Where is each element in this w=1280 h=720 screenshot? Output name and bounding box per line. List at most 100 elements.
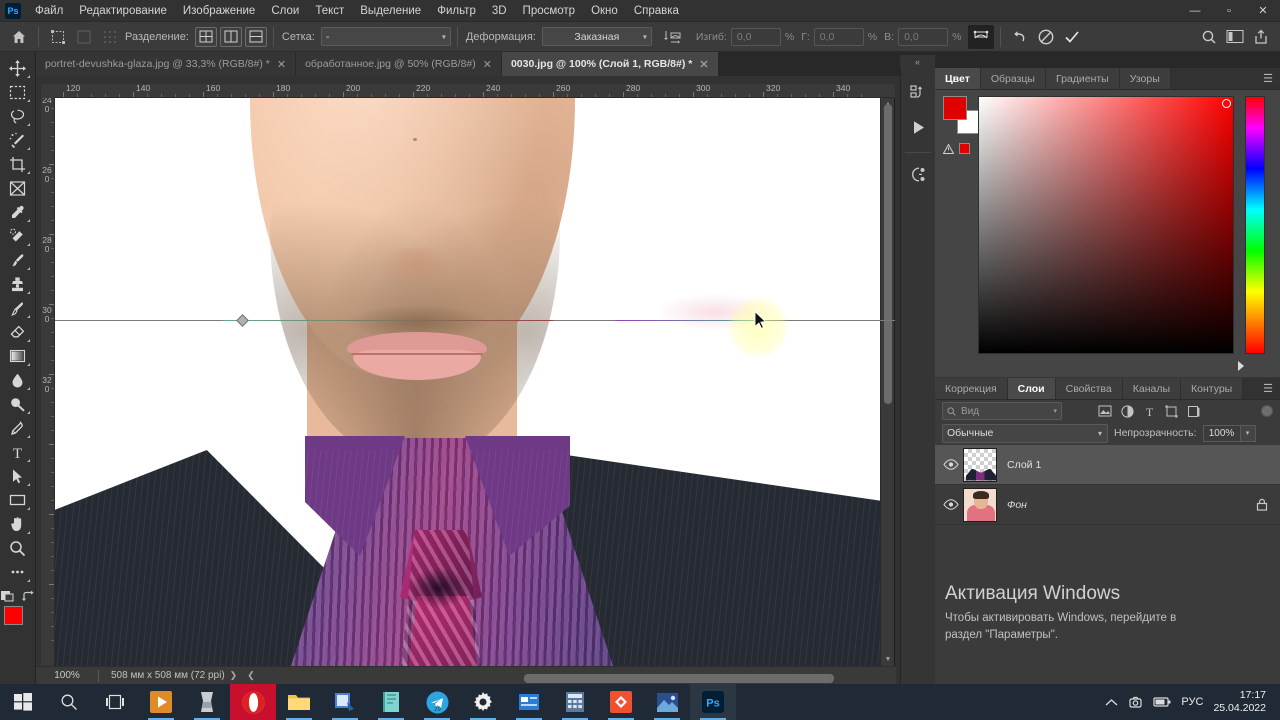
- layer-thumbnail[interactable]: [963, 487, 997, 522]
- opera-browser[interactable]: [230, 684, 276, 720]
- lasso-tool[interactable]: [4, 104, 32, 128]
- calculator-app[interactable]: [552, 684, 598, 720]
- file-explorer[interactable]: [276, 684, 322, 720]
- frame-tool[interactable]: [4, 176, 32, 200]
- tab-paths[interactable]: Контуры: [1181, 378, 1244, 399]
- tab-color[interactable]: Цвет: [935, 68, 981, 89]
- tab-adjustments[interactable]: Коррекция: [935, 378, 1008, 399]
- clone-stamp-tool[interactable]: [4, 272, 32, 296]
- actions-play-icon[interactable]: [903, 112, 933, 142]
- healing-brush-tool[interactable]: [4, 224, 32, 248]
- chevron-up-icon[interactable]: [1105, 698, 1118, 707]
- camera-icon[interactable]: [1128, 695, 1143, 710]
- menu-select[interactable]: Выделение: [352, 2, 429, 20]
- menu-layers[interactable]: Слои: [263, 2, 307, 20]
- close-icon[interactable]: ✕: [699, 58, 708, 71]
- panel-menu-icon[interactable]: ☰: [1256, 68, 1280, 89]
- warp-toggle-icon[interactable]: [968, 24, 995, 49]
- rectangle-tool[interactable]: [4, 488, 32, 512]
- eyedropper-tool[interactable]: [4, 200, 32, 224]
- shape-filter-icon[interactable]: [1160, 401, 1182, 421]
- office-app[interactable]: [506, 684, 552, 720]
- split-horizontal-icon[interactable]: [244, 26, 267, 47]
- undo-icon[interactable]: [1007, 25, 1033, 49]
- color-swatches[interactable]: [3, 605, 33, 635]
- edit-toolbar-icon[interactable]: [4, 560, 32, 584]
- photoshop-app[interactable]: Ps: [690, 684, 736, 720]
- maximize-button[interactable]: ▫: [1212, 0, 1246, 22]
- warp-select[interactable]: Заказная ▾: [541, 27, 652, 46]
- share-icon[interactable]: [1248, 25, 1274, 49]
- blur-tool[interactable]: [4, 368, 32, 392]
- menu-filter[interactable]: Фильтр: [429, 2, 484, 20]
- photos-app[interactable]: [644, 684, 690, 720]
- canvas-vertical-scrollbar[interactable]: ▲ ▼: [880, 98, 894, 666]
- scroll-thumb-vertical[interactable]: [884, 104, 892, 404]
- battery-icon[interactable]: [1153, 696, 1171, 708]
- menu-edit[interactable]: Редактирование: [71, 2, 175, 20]
- document-tab-3[interactable]: 0030.jpg @ 100% (Слой 1, RGB/8#) * ✕: [501, 52, 719, 76]
- menu-file[interactable]: Файл: [27, 2, 71, 20]
- opacity-value[interactable]: 100%: [1202, 424, 1241, 442]
- color-field-marker[interactable]: [1222, 99, 1231, 108]
- bend-input[interactable]: 0,0: [730, 27, 781, 46]
- split-both-icon[interactable]: [194, 26, 217, 47]
- path-selection-tool[interactable]: [4, 464, 32, 488]
- tab-layers[interactable]: Слои: [1007, 378, 1056, 399]
- panel-menu-icon[interactable]: ☰: [1256, 378, 1280, 399]
- warp-orientation-icon[interactable]: [660, 25, 686, 49]
- horizontal-scrollbar[interactable]: [134, 674, 894, 683]
- warp-guide-segment-left[interactable]: [223, 320, 553, 321]
- move-tool[interactable]: [4, 56, 32, 80]
- scroll-down-arrow[interactable]: ▼: [881, 653, 895, 666]
- history-brush-tool[interactable]: [4, 296, 32, 320]
- brush-tool[interactable]: [4, 248, 32, 272]
- grid-select[interactable]: - ▾: [320, 27, 451, 46]
- search-icon[interactable]: [1196, 25, 1222, 49]
- utility-app[interactable]: [184, 684, 230, 720]
- horizontal-ruler[interactable]: 120 140 160 180 200 220 240 260 280 300 …: [55, 84, 895, 98]
- gamut-nearest-color-swatch[interactable]: [959, 143, 970, 154]
- close-icon[interactable]: ✕: [483, 58, 492, 71]
- tab-channels[interactable]: Каналы: [1122, 378, 1182, 399]
- start-button[interactable]: [0, 684, 46, 720]
- crop-tool[interactable]: [4, 152, 32, 176]
- libraries-icon[interactable]: [903, 159, 933, 189]
- type-filter-icon[interactable]: T: [1138, 401, 1160, 421]
- zoom-level[interactable]: 100%: [36, 670, 98, 681]
- blend-mode-select[interactable]: Обычные ▾: [942, 423, 1108, 443]
- tab-patterns[interactable]: Узоры: [1119, 68, 1171, 89]
- layer-name[interactable]: Слой 1: [1007, 459, 1041, 471]
- document-tab-1[interactable]: portret-devushka-glaza.jpg @ 33,3% (RGB/…: [36, 52, 297, 76]
- foreground-color-swatch[interactable]: [3, 606, 23, 625]
- minimize-button[interactable]: —: [1178, 0, 1212, 22]
- layer-row-2[interactable]: Фон: [935, 485, 1280, 525]
- tab-swatches[interactable]: Образцы: [980, 68, 1046, 89]
- zoom-tool[interactable]: [4, 536, 32, 560]
- language-indicator[interactable]: РУС: [1181, 696, 1203, 708]
- layer-thumbnail[interactable]: [963, 447, 997, 482]
- close-icon[interactable]: ✕: [277, 58, 286, 71]
- layer-name[interactable]: Фон: [1007, 499, 1027, 511]
- document-tab-2[interactable]: обработанное.jpg @ 50% (RGB/8#) ✕: [296, 52, 502, 76]
- history-panel-icon[interactable]: [903, 78, 933, 108]
- menu-view[interactable]: Просмотр: [515, 2, 584, 20]
- hand-tool[interactable]: [4, 512, 32, 536]
- lock-icon[interactable]: [1256, 498, 1268, 511]
- split-vertical-icon[interactable]: [219, 26, 242, 47]
- layer-visibility-icon[interactable]: [939, 459, 963, 470]
- hue-slider[interactable]: [1245, 96, 1265, 354]
- scroll-thumb-horizontal[interactable]: [524, 674, 834, 683]
- layer-filter-select[interactable]: Вид ▾: [942, 402, 1062, 420]
- workspace-icon[interactable]: [1222, 25, 1248, 49]
- panel-collapse-button[interactable]: «: [900, 55, 935, 68]
- settings-app[interactable]: [460, 684, 506, 720]
- hue-slider-marker[interactable]: [1238, 361, 1244, 371]
- clock[interactable]: 17:17 25.04.2022: [1213, 689, 1270, 715]
- warp-grid-off-icon[interactable]: [71, 25, 97, 49]
- cancel-icon[interactable]: [1033, 25, 1059, 49]
- swap-colors-icon[interactable]: [22, 590, 35, 603]
- vertical-ruler[interactable]: 240 260 280 300 320: [41, 84, 55, 666]
- installer-app[interactable]: [322, 684, 368, 720]
- converter-app[interactable]: [598, 684, 644, 720]
